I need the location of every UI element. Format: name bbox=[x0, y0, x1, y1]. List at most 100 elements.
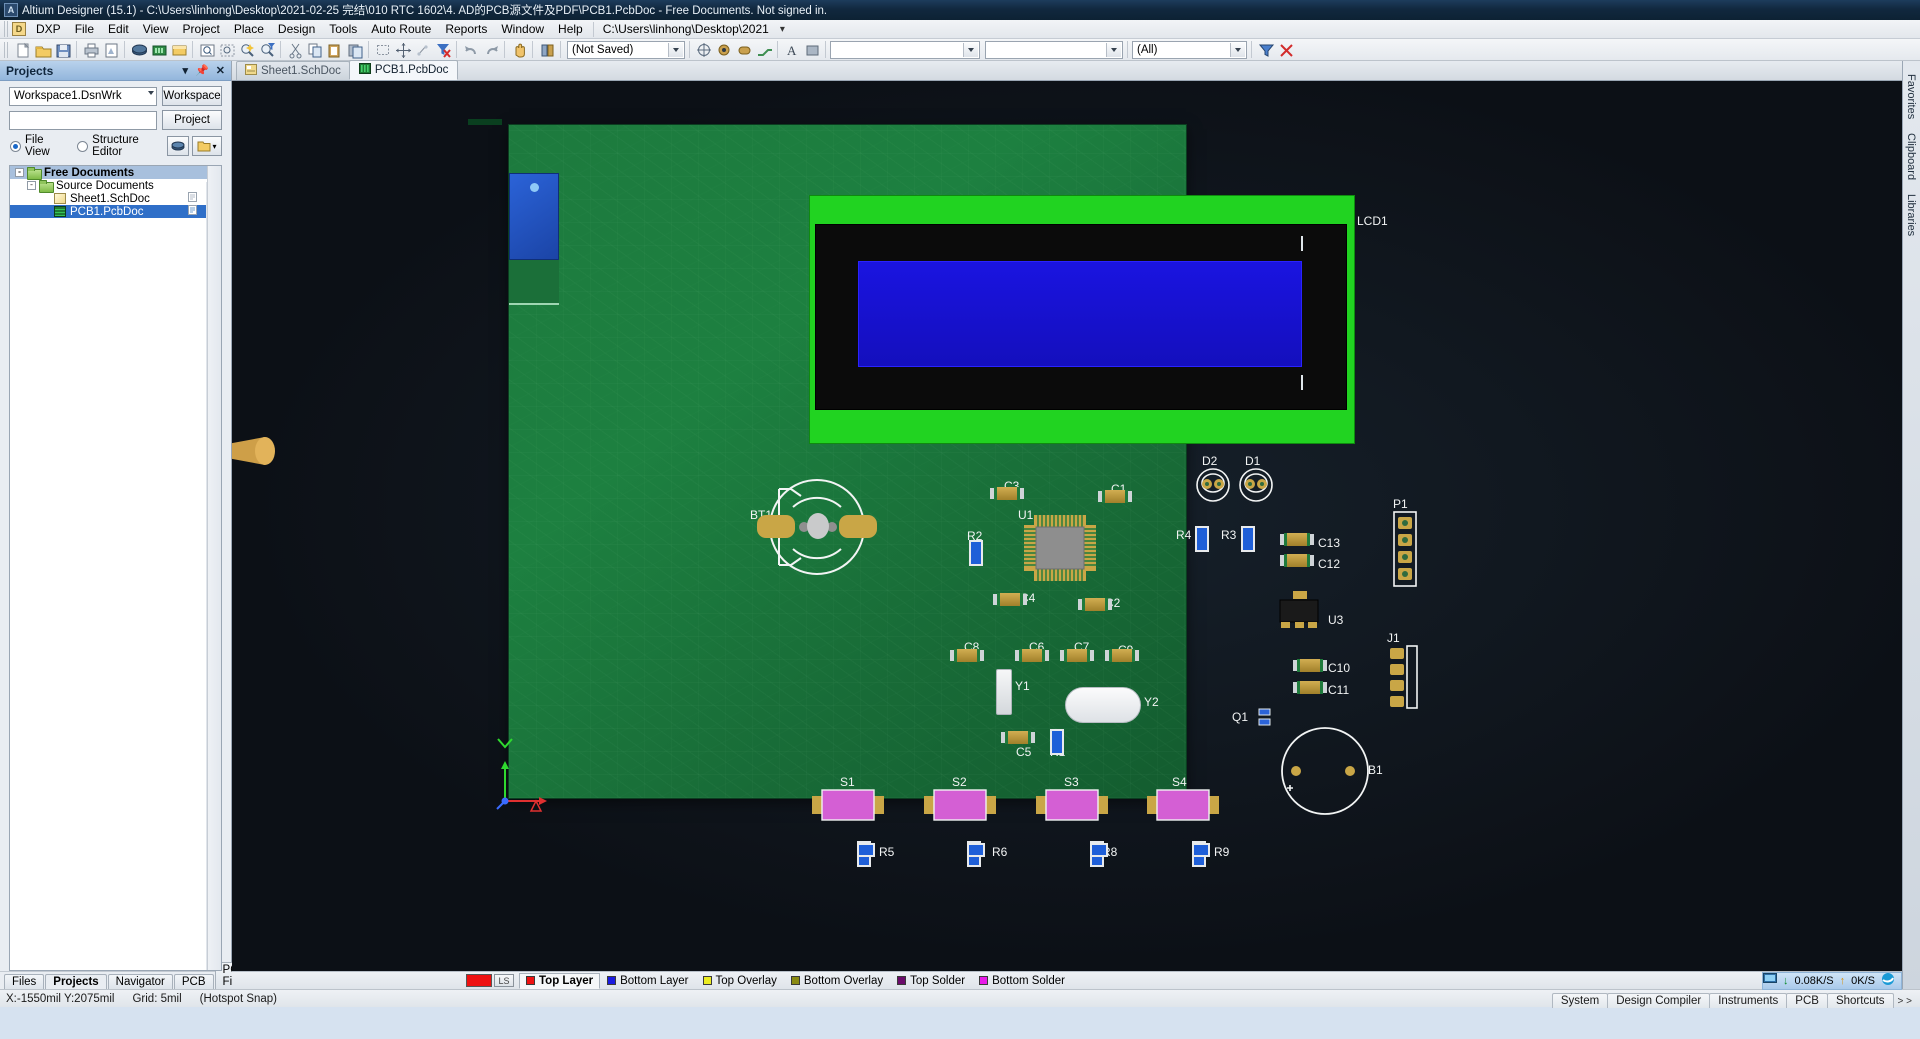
panel-tab-projects[interactable]: Projects bbox=[45, 974, 106, 989]
menu-auto-route[interactable]: Auto Route bbox=[364, 20, 438, 38]
pcb-library-icon[interactable] bbox=[149, 40, 168, 59]
project-button[interactable]: Project bbox=[162, 110, 222, 130]
menu-grip[interactable] bbox=[4, 21, 10, 37]
footprint-q1[interactable] bbox=[1253, 706, 1279, 732]
pcb-canvas-surface[interactable]: LCD1BT1C3C1D2D1P1U1R2R4R3C13C12C4C2U3C8C… bbox=[232, 81, 1902, 971]
footprint-s2[interactable] bbox=[924, 786, 996, 824]
capacitor-footprint[interactable] bbox=[1064, 649, 1090, 662]
panel-close-icon[interactable]: ✕ bbox=[216, 64, 225, 77]
clear-filter-icon[interactable] bbox=[433, 40, 452, 59]
menu-window[interactable]: Window bbox=[494, 20, 551, 38]
variant-combo[interactable]: (Not Saved) bbox=[567, 41, 685, 59]
layer-tab-top-layer[interactable]: Top Layer bbox=[519, 973, 600, 989]
panel-tab-pcb[interactable]: PCB bbox=[174, 974, 214, 989]
workspace-combo-arrow[interactable] bbox=[148, 91, 154, 95]
board-3d-icon[interactable] bbox=[129, 40, 148, 59]
document-tab-sheet1-schdoc[interactable]: Sheet1.SchDoc bbox=[236, 61, 350, 80]
zoom-filter-icon[interactable] bbox=[257, 40, 276, 59]
status-tabs-overflow-icon[interactable]: > > bbox=[1894, 995, 1916, 1008]
layer-tab-bottom-solder[interactable]: Bottom Solder bbox=[972, 973, 1072, 989]
panel-open-icon[interactable]: ▾ bbox=[192, 136, 222, 156]
place-string-icon[interactable]: A bbox=[782, 40, 801, 59]
capacitor-footprint[interactable] bbox=[997, 593, 1023, 606]
highlight-hand-icon[interactable] bbox=[509, 40, 528, 59]
open-document-icon[interactable] bbox=[33, 40, 52, 59]
project-file-tree[interactable]: - Free Documents - Source Documents Shee… bbox=[9, 165, 222, 971]
status-tab-system[interactable]: System bbox=[1552, 993, 1608, 1008]
footprint-s4[interactable] bbox=[1147, 786, 1219, 824]
footprint-s3[interactable] bbox=[1036, 786, 1108, 824]
place-via-icon[interactable] bbox=[714, 40, 733, 59]
tree-node-source-documents[interactable]: - Source Documents bbox=[10, 179, 221, 192]
filter-apply-icon[interactable] bbox=[1256, 40, 1275, 59]
deselect-icon[interactable] bbox=[413, 40, 432, 59]
resistor-footprint[interactable] bbox=[1090, 843, 1108, 857]
footprint-j1[interactable] bbox=[1387, 644, 1419, 714]
capacitor-footprint[interactable] bbox=[1284, 554, 1310, 567]
resistor-footprint[interactable] bbox=[1195, 526, 1209, 552]
footprint-bt1[interactable] bbox=[747, 471, 887, 586]
resistor-footprint[interactable] bbox=[1050, 729, 1064, 755]
footprint-y2[interactable] bbox=[1065, 687, 1141, 723]
toolbar-grip-1[interactable] bbox=[4, 42, 10, 58]
browse-components-icon[interactable] bbox=[537, 40, 556, 59]
capacitor-footprint[interactable] bbox=[1019, 649, 1045, 662]
footprint-u3[interactable] bbox=[1275, 589, 1323, 629]
menu-reports[interactable]: Reports bbox=[438, 20, 494, 38]
place-pad-icon[interactable] bbox=[734, 40, 753, 59]
network-speed-widget[interactable]: ↓ 0.08K/S ↑ 0K/S bbox=[1762, 972, 1902, 990]
menu-design[interactable]: Design bbox=[271, 20, 322, 38]
active-layer-color-swatch[interactable] bbox=[466, 974, 492, 987]
status-tab-instruments[interactable]: Instruments bbox=[1709, 993, 1787, 1008]
layer-tab-bottom-layer[interactable]: Bottom Layer bbox=[600, 973, 695, 989]
footprint-d2[interactable] bbox=[1195, 467, 1231, 503]
resistor-footprint[interactable] bbox=[967, 843, 985, 857]
tree-expander-source-documents[interactable]: - bbox=[27, 181, 36, 190]
capacitor-footprint[interactable] bbox=[1082, 598, 1108, 611]
capacitor-footprint[interactable] bbox=[1284, 533, 1310, 546]
print-icon[interactable] bbox=[81, 40, 100, 59]
net-filter-arrow[interactable] bbox=[1230, 43, 1245, 57]
cross-probe-icon[interactable] bbox=[694, 40, 713, 59]
close-button[interactable] bbox=[1890, 0, 1920, 20]
layer-tab-top-overlay[interactable]: Top Overlay bbox=[696, 973, 784, 989]
place-fill-icon[interactable] bbox=[802, 40, 821, 59]
select-area-icon[interactable] bbox=[373, 40, 392, 59]
tree-node-sheet1-schdoc[interactable]: Sheet1.SchDoc bbox=[10, 192, 221, 205]
resistor-footprint[interactable] bbox=[1241, 526, 1255, 552]
panel-view-icon[interactable] bbox=[167, 136, 189, 156]
capacitor-footprint[interactable] bbox=[1102, 490, 1128, 503]
redo-icon[interactable] bbox=[481, 40, 500, 59]
panel-pin-icon[interactable]: 📌 bbox=[195, 64, 209, 77]
project-search-input[interactable] bbox=[9, 111, 157, 130]
unknown-combo-1-arrow[interactable] bbox=[963, 43, 978, 57]
zoom-area-icon[interactable] bbox=[217, 40, 236, 59]
menu-edit[interactable]: Edit bbox=[101, 20, 136, 38]
dock-tab-favorites[interactable]: Favorites bbox=[1903, 67, 1919, 126]
paste-array-icon[interactable] bbox=[345, 40, 364, 59]
pcb-canvas[interactable]: LCD1BT1C3C1D2D1P1U1R2R4R3C13C12C4C2U3C8C… bbox=[232, 81, 1902, 971]
print-preview-icon[interactable] bbox=[101, 40, 120, 59]
maximize-button[interactable] bbox=[1860, 0, 1890, 20]
structure-editor-radio[interactable] bbox=[77, 141, 88, 152]
menu-view[interactable]: View bbox=[136, 20, 176, 38]
path-dropdown-icon[interactable]: ▾ bbox=[776, 23, 789, 36]
move-icon[interactable] bbox=[393, 40, 412, 59]
menu-project[interactable]: Project bbox=[176, 20, 227, 38]
minimize-button[interactable] bbox=[1830, 0, 1860, 20]
capacitor-footprint[interactable] bbox=[1297, 659, 1323, 672]
save-document-icon[interactable] bbox=[53, 40, 72, 59]
capacitor-footprint[interactable] bbox=[1297, 681, 1323, 694]
unknown-combo-2[interactable] bbox=[985, 41, 1123, 59]
status-tab-pcb[interactable]: PCB bbox=[1786, 993, 1828, 1008]
resistor-footprint[interactable] bbox=[969, 540, 983, 566]
capacitor-footprint[interactable] bbox=[1005, 731, 1031, 744]
menu-tools[interactable]: Tools bbox=[322, 20, 364, 38]
browser-icon[interactable] bbox=[1881, 972, 1895, 989]
workspace-combo[interactable]: Workspace1.DsnWrk bbox=[9, 87, 157, 106]
window-controls[interactable] bbox=[1830, 0, 1920, 20]
menu-place[interactable]: Place bbox=[227, 20, 271, 38]
zoom-in-icon[interactable] bbox=[237, 40, 256, 59]
layer-tab-bottom-overlay[interactable]: Bottom Overlay bbox=[784, 973, 890, 989]
footprint-y1[interactable] bbox=[996, 669, 1012, 715]
